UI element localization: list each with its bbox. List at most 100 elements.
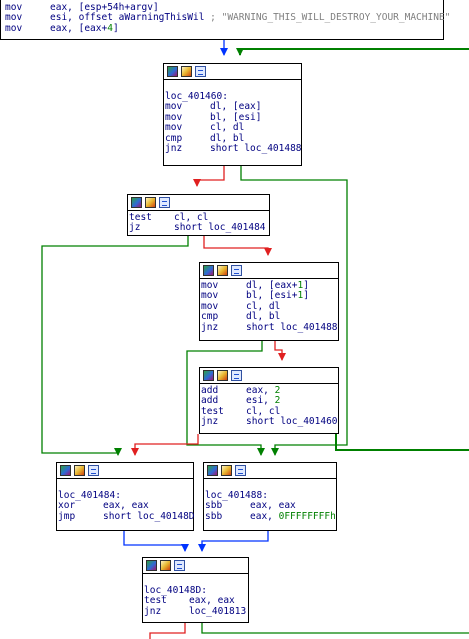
instr-list: test eax, eax jnz loc_401813 bbox=[144, 595, 248, 617]
edge-401488-to-40148D bbox=[198, 531, 269, 552]
edge-40148D-green-out bbox=[201, 623, 469, 634]
edit-icon[interactable] bbox=[217, 265, 228, 276]
numeric-constant: 1 bbox=[297, 280, 304, 291]
edge-test-to-mov2 bbox=[203, 236, 272, 256]
instr-list: test cl, cl jz short loc_401484 bbox=[129, 212, 269, 234]
edge-401460-to-test bbox=[193, 166, 225, 187]
edge-add-to-401484 bbox=[131, 434, 199, 456]
mnemonic: jz bbox=[129, 222, 141, 234]
numeric-constant: 2 bbox=[274, 385, 281, 396]
edit-icon[interactable] bbox=[181, 66, 192, 77]
operand: dl, [eax+1] bbox=[246, 280, 309, 291]
node-loc-40148D[interactable]: loc_40148D: test eax, eax jnz loc_401813 bbox=[142, 557, 249, 623]
graph-view-icon[interactable] bbox=[195, 66, 206, 77]
node-body: loc_401460: mov dl, [eax] mov bl, [esi] mov c… bbox=[164, 80, 302, 154]
edit-icon[interactable] bbox=[217, 370, 228, 381]
edge-40148D-red-out bbox=[149, 623, 186, 639]
edge-401484-to-40148D bbox=[123, 531, 189, 552]
node-header bbox=[200, 263, 338, 279]
node-loc-401488[interactable]: loc_401488: sbb eax, eax sbb eax, 0FFFFFFFF… bbox=[203, 462, 337, 531]
mnemonic: jnz bbox=[165, 142, 183, 154]
color-palette-icon[interactable] bbox=[131, 197, 142, 208]
color-palette-icon[interactable] bbox=[167, 66, 178, 77]
node-test-cl[interactable]: test cl, cl jz short loc_401484 bbox=[127, 194, 270, 236]
edit-icon[interactable] bbox=[145, 197, 156, 208]
operand: short loc_401488 bbox=[210, 142, 302, 154]
node-loc-401460[interactable]: loc_401460: mov dl, [eax] mov bl, [esi] mov c… bbox=[163, 63, 302, 166]
instruction-line[interactable]: jmp short loc_40148D bbox=[58, 510, 195, 522]
node-advance-pointers[interactable]: add eax, 2 add esi, 2 test cl, cl jnz short loc… bbox=[199, 367, 339, 434]
operand: dl, [eax] bbox=[210, 101, 262, 113]
instr-list: mov dl, [eax] mov bl, [esi] mov cl, dl cmp dl, … bbox=[165, 101, 302, 154]
graph-view-icon[interactable] bbox=[88, 465, 99, 476]
node-compare-next[interactable]: mov dl, [eax+1] mov bl, [esi+1] mov cl, dl cmp… bbox=[199, 262, 339, 341]
operand: loc_401813 bbox=[189, 605, 247, 617]
numeric-constant: 0FFFFFFFFh bbox=[278, 510, 336, 522]
operand: eax, 0FFFFFFFFh bbox=[250, 510, 336, 522]
instr-list: sbb eax, eax sbb eax, 0FFFFFFFFh bbox=[205, 500, 336, 522]
color-palette-icon[interactable] bbox=[203, 265, 214, 276]
operand: eax, [esp+54h+argv] bbox=[50, 2, 159, 13]
operand: eax, eax bbox=[250, 500, 296, 512]
edge-test-to-401484 bbox=[41, 236, 189, 456]
node-header bbox=[200, 368, 338, 384]
operand: dl, bl bbox=[246, 311, 281, 323]
operand: cl, dl bbox=[210, 122, 245, 134]
instr-list: xor eax, eax jmp short loc_40148D bbox=[58, 500, 195, 522]
mnemonic: mov bbox=[5, 22, 23, 34]
edit-icon[interactable] bbox=[160, 560, 171, 571]
code-block-entry[interactable]: mov eax, [esp+54h+argv] mov esi, offset aWa… bbox=[0, 0, 450, 40]
operand: esi, offset aWarningThisWil bbox=[50, 12, 205, 24]
numeric-constant: 4 bbox=[107, 22, 113, 34]
operand: dl, bl bbox=[210, 132, 245, 144]
mnemonic: jmp bbox=[58, 510, 76, 522]
node-loc-401484[interactable]: loc_401484: xor eax, eax jmp short loc_4014… bbox=[56, 462, 195, 531]
operand: eax, 2 bbox=[246, 385, 281, 396]
graph-view-icon[interactable] bbox=[174, 560, 185, 571]
color-palette-icon[interactable] bbox=[203, 370, 214, 381]
operand: short loc_40148D bbox=[103, 510, 195, 522]
operand: esi, 2 bbox=[246, 395, 281, 407]
instruction-line[interactable]: mov eax, [eax+4] bbox=[5, 22, 443, 34]
mnemonic: sbb bbox=[205, 510, 223, 522]
instruction-line[interactable]: jz short loc_401484 bbox=[129, 222, 269, 234]
edit-icon[interactable] bbox=[74, 465, 85, 476]
operand: short loc_401488 bbox=[246, 321, 338, 333]
graph-view-icon[interactable] bbox=[159, 197, 170, 208]
graph-view-icon[interactable] bbox=[231, 370, 242, 381]
node-body: loc_40148D: test eax, eax jnz loc_401813 bbox=[143, 574, 248, 617]
node-body: test cl, cl jz short loc_401484 bbox=[128, 211, 269, 234]
instruction-line[interactable]: jnz short loc_401488 bbox=[165, 142, 302, 154]
comment: ; "WARNING_THIS_WILL_DESTROY_YOUR_MACHIN… bbox=[204, 12, 451, 24]
operand: short loc_401460 bbox=[246, 416, 338, 428]
mnemonic: jnz bbox=[144, 605, 162, 617]
instruction-line[interactable]: jnz loc_401813 bbox=[144, 605, 248, 617]
color-palette-icon[interactable] bbox=[207, 465, 218, 476]
instruction-line[interactable]: sbb eax, 0FFFFFFFFh bbox=[205, 510, 336, 522]
graph-view-icon[interactable] bbox=[235, 465, 246, 476]
node-header bbox=[143, 558, 248, 574]
operand: eax, eax bbox=[189, 595, 235, 607]
operand: cl, cl bbox=[246, 405, 281, 417]
operand: eax, [eax+4] bbox=[50, 22, 119, 34]
operand: bl, [esi] bbox=[210, 111, 262, 123]
node-header bbox=[57, 463, 193, 479]
instr-list: add eax, 2 add esi, 2 test cl, cl jnz short loc… bbox=[201, 385, 338, 428]
instr-list: mov dl, [eax+1] mov bl, [esi+1] mov cl, dl cmp… bbox=[201, 280, 338, 333]
node-body: loc_401488: sbb eax, eax sbb eax, 0FFFFFFFF… bbox=[204, 479, 336, 522]
color-palette-icon[interactable] bbox=[146, 560, 157, 571]
entry-lines: mov eax, [esp+54h+argv] mov esi, offset aWa… bbox=[5, 2, 450, 34]
graph-view-icon[interactable] bbox=[231, 265, 242, 276]
mnemonic: jnz bbox=[201, 321, 219, 333]
node-body: mov dl, [eax+1] mov bl, [esi+1] mov cl, dl cmp… bbox=[200, 279, 338, 333]
operand: short loc_401484 bbox=[174, 222, 266, 234]
mnemonic: jnz bbox=[201, 416, 219, 428]
color-palette-icon[interactable] bbox=[60, 465, 71, 476]
instruction-line[interactable]: jnz short loc_401488 bbox=[201, 321, 338, 333]
node-body: add eax, 2 add esi, 2 test cl, cl jnz short loc… bbox=[200, 384, 338, 428]
node-body: loc_401484: xor eax, eax jmp short loc_4014… bbox=[57, 479, 195, 522]
node-header bbox=[128, 195, 269, 211]
edit-icon[interactable] bbox=[221, 465, 232, 476]
instruction-line[interactable]: jnz short loc_401460 bbox=[201, 416, 338, 428]
node-header bbox=[204, 463, 336, 479]
